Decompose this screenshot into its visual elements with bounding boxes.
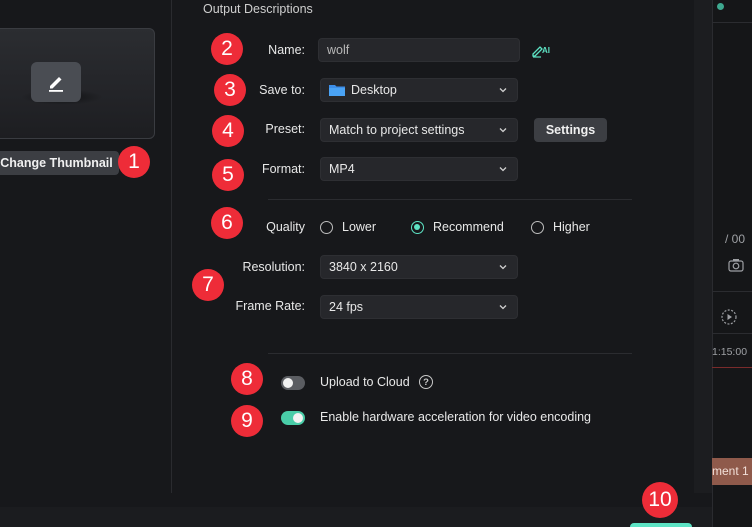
chevron-down-icon (499, 305, 507, 310)
step-badge-1: 1 (118, 146, 150, 178)
quality-higher-label: Higher (553, 220, 590, 234)
resolution-value: 3840 x 2160 (329, 260, 398, 274)
help-icon[interactable]: ? (419, 375, 433, 389)
quality-recommend-label: Recommend (433, 220, 504, 234)
save-to-value: Desktop (351, 83, 397, 97)
upload-cloud-toggle[interactable] (281, 376, 305, 390)
thumbnail-panel: Change Thumbnail (0, 0, 172, 493)
quality-lower-label: Lower (342, 220, 377, 234)
step-badge-9: 9 (231, 405, 263, 437)
step-badge-7: 7 (192, 269, 224, 301)
divider (268, 353, 632, 354)
step-badge-5: 5 (212, 159, 244, 191)
timeline-divider (712, 22, 752, 23)
time-fragment: / 00 (725, 232, 746, 246)
preset-dropdown[interactable]: Match to project settings (320, 118, 518, 142)
chevron-down-icon (499, 128, 507, 133)
toggle-knob (293, 413, 303, 423)
timecode: 1:15:00 (712, 346, 748, 358)
settings-button[interactable]: Settings (534, 118, 607, 142)
format-label: Format: (261, 162, 305, 176)
save-to-label: Save to: (259, 83, 305, 97)
status-dot (717, 3, 724, 10)
step-badge-4: 4 (212, 115, 244, 147)
frame-rate-value: 24 fps (329, 300, 364, 314)
quality-option-recommend[interactable]: Recommend (411, 220, 504, 234)
scrollbar[interactable] (694, 0, 712, 493)
resolution-dropdown[interactable]: 3840 x 2160 (320, 255, 518, 279)
name-input[interactable]: wolf (318, 38, 520, 62)
camera-icon[interactable] (728, 258, 744, 272)
section-title: Output Descriptions (203, 2, 313, 16)
step-badge-6: 6 (211, 207, 243, 239)
quality-label: Quality (266, 220, 305, 234)
timeline-divider (712, 291, 752, 292)
preset-value: Match to project settings (329, 123, 465, 137)
chevron-down-icon (499, 88, 507, 93)
quality-option-higher[interactable]: Higher (531, 220, 590, 234)
preset-label: Preset: (265, 122, 305, 136)
change-thumbnail-button[interactable]: Change Thumbnail (0, 151, 119, 175)
radio-icon (531, 220, 544, 234)
radio-icon (320, 220, 333, 234)
quality-option-lower[interactable]: Lower (320, 220, 376, 234)
frame-rate-dropdown[interactable]: 24 fps (320, 295, 518, 319)
chevron-down-icon (499, 265, 507, 270)
timeline-ruler (712, 364, 752, 368)
step-badge-2: 2 (211, 33, 243, 65)
toggle-knob (283, 378, 293, 388)
step-badge-10: 10 (642, 482, 678, 518)
name-label: Name: (268, 43, 305, 57)
divider (268, 199, 632, 200)
frame-rate-label: Frame Rate: (235, 299, 305, 313)
step-badge-3: 3 (214, 74, 246, 106)
ai-rename-icon[interactable]: AI (532, 42, 552, 58)
folder-icon (329, 84, 345, 96)
resolution-label: Resolution: (242, 260, 305, 274)
timeline-divider (712, 333, 752, 334)
format-dropdown[interactable]: MP4 (320, 157, 518, 181)
name-value: wolf (327, 43, 350, 57)
upload-cloud-label: Upload to Cloud (320, 375, 410, 389)
chevron-down-icon (499, 167, 507, 172)
hardware-acceleration-label: Enable hardware acceleration for video e… (320, 410, 592, 424)
bottom-bar (0, 507, 712, 527)
step-badge-8: 8 (231, 363, 263, 395)
export-button[interactable] (630, 523, 692, 527)
play-icon[interactable] (721, 309, 737, 325)
format-value: MP4 (329, 162, 355, 176)
radio-selected-icon (411, 220, 424, 234)
clip-label: ment 1 (712, 464, 749, 478)
thumbnail-preview[interactable] (0, 28, 155, 139)
save-to-dropdown[interactable]: Desktop (320, 78, 518, 102)
ai-icon-text: AI (542, 46, 550, 55)
hardware-acceleration-toggle[interactable] (281, 411, 305, 425)
timeline-clip[interactable]: ment 1 (712, 458, 752, 485)
pencil-icon (31, 62, 81, 102)
